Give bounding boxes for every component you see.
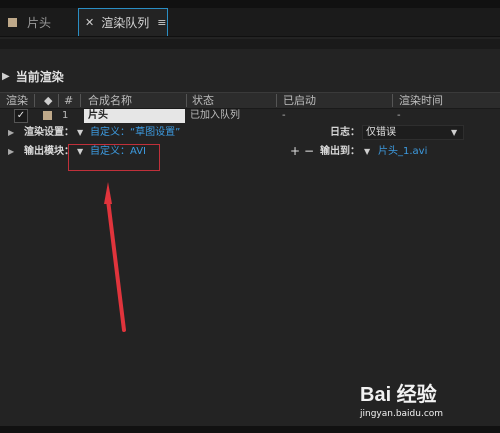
bottom-strip	[0, 426, 500, 433]
watermark-url: jingyan.baidu.com	[360, 409, 444, 419]
arrow-shaft	[106, 198, 126, 332]
annotation-arrow	[104, 182, 126, 332]
baidu-jingyan-logo: Bai 经验	[360, 384, 437, 406]
watermark: Bai 经验 jingyan.baidu.com	[360, 378, 443, 419]
